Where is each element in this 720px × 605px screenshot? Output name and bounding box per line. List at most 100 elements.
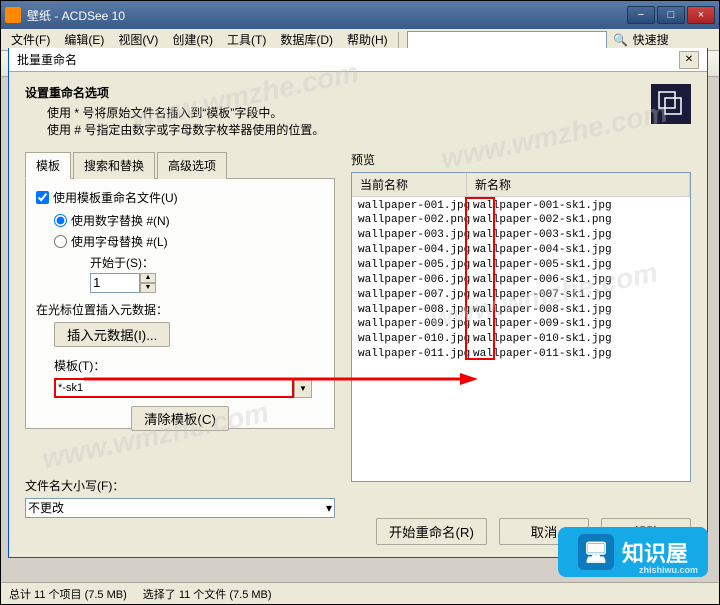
window-controls: − □ × xyxy=(627,6,715,24)
logo-badge: 🖥 知识屋 zhishiwu.com xyxy=(558,527,708,577)
quick-search-label: 快速搜 xyxy=(633,31,669,48)
preview-body: wallpaper-001.jpgwallpaper-001-sk1.jpgwa… xyxy=(352,197,690,364)
minimize-button[interactable]: − xyxy=(627,6,655,24)
cell-current: wallpaper-011.jpg xyxy=(356,347,471,362)
preview-header: 当前名称 新名称 xyxy=(352,173,690,197)
search-input[interactable] xyxy=(407,31,607,49)
cell-current: wallpaper-002.png xyxy=(356,213,471,228)
case-value: 不更改 xyxy=(28,499,64,516)
use-template-label: 使用模板重命名文件(U) xyxy=(53,189,178,206)
preview-row[interactable]: wallpaper-002.pngwallpaper-002-sk1.png xyxy=(352,213,690,228)
cell-current: wallpaper-010.jpg xyxy=(356,332,471,347)
use-template-checkbox[interactable] xyxy=(36,191,49,204)
case-select[interactable]: 不更改 ▾ xyxy=(25,498,335,518)
header-desc-2: 使用 # 号指定由数字或字母数字枚举器使用的位置。 xyxy=(25,122,651,139)
start-rename-button[interactable]: 开始重命名(R) xyxy=(376,518,487,545)
dialog-titlebar: 批量重命名 ✕ xyxy=(9,48,707,72)
filename-case-section: 文件名大小写(F)： 不更改 ▾ xyxy=(25,477,335,518)
tab-search-replace[interactable]: 搜索和替换 xyxy=(73,152,155,179)
numeric-label: 使用数字替换 #(N) xyxy=(71,212,170,229)
alpha-radio[interactable] xyxy=(54,235,67,248)
header-title: 设置重命名选项 xyxy=(25,84,651,101)
status-total: 总计 11 个项目 (7.5 MB) xyxy=(9,586,127,602)
case-label: 文件名大小写(F)： xyxy=(25,477,335,494)
template-dropdown-icon[interactable]: ▼ xyxy=(294,378,312,398)
start-at-input[interactable] xyxy=(90,273,140,293)
dialog-title: 批量重命名 xyxy=(17,51,679,68)
preview-box: 当前名称 新名称 wallpaper-001.jpgwallpaper-001-… xyxy=(351,172,691,482)
preview-row[interactable]: wallpaper-001.jpgwallpaper-001-sk1.jpg xyxy=(352,199,690,214)
cell-current: wallpaper-007.jpg xyxy=(356,288,471,303)
cell-current: wallpaper-003.jpg xyxy=(356,228,471,243)
col-current-header[interactable]: 当前名称 xyxy=(352,173,467,196)
preview-row[interactable]: wallpaper-009.jpgwallpaper-009-sk1.jpg xyxy=(352,317,690,332)
preview-row[interactable]: wallpaper-010.jpgwallpaper-010-sk1.jpg xyxy=(352,332,690,347)
preview-row[interactable]: wallpaper-011.jpgwallpaper-011-sk1.jpg xyxy=(352,347,690,362)
preview-row[interactable]: wallpaper-007.jpgwallpaper-007-sk1.jpg xyxy=(352,288,690,303)
spinner-down[interactable]: ▼ xyxy=(140,283,156,293)
spinner-up[interactable]: ▲ xyxy=(140,273,156,283)
cell-current: wallpaper-004.jpg xyxy=(356,243,471,258)
header-icon xyxy=(651,84,691,124)
cell-new: wallpaper-006-sk1.jpg xyxy=(471,273,686,288)
numeric-radio[interactable] xyxy=(54,214,67,227)
col-new-header[interactable]: 新名称 xyxy=(467,173,690,196)
cell-new: wallpaper-003-sk1.jpg xyxy=(471,228,686,243)
content-area: 模板 搜索和替换 高级选项 使用模板重命名文件(U) 使用数字替换 #(N) xyxy=(9,151,707,503)
preview-row[interactable]: wallpaper-005.jpgwallpaper-005-sk1.jpg xyxy=(352,258,690,273)
template-input[interactable] xyxy=(54,378,294,398)
cell-new: wallpaper-004-sk1.jpg xyxy=(471,243,686,258)
preview-row[interactable]: wallpaper-008.jpgwallpaper-008-sk1.jpg xyxy=(352,303,690,318)
preview-row[interactable]: wallpaper-006.jpgwallpaper-006-sk1.jpg xyxy=(352,273,690,288)
tab-advanced[interactable]: 高级选项 xyxy=(157,152,227,179)
preview-row[interactable]: wallpaper-004.jpgwallpaper-004-sk1.jpg xyxy=(352,243,690,258)
left-panel: 模板 搜索和替换 高级选项 使用模板重命名文件(U) 使用数字替换 #(N) xyxy=(25,151,335,491)
menu-edit[interactable]: 编辑(E) xyxy=(58,29,110,50)
menu-tools[interactable]: 工具(T) xyxy=(221,29,272,50)
close-button[interactable]: × xyxy=(687,6,715,24)
alpha-label: 使用字母替换 #(L) xyxy=(71,233,168,250)
use-template-row: 使用模板重命名文件(U) xyxy=(36,189,324,206)
preview-label: 预览 xyxy=(351,151,691,168)
logo-sub: zhishiwu.com xyxy=(639,565,698,575)
window-title: 壁纸 - ACDSee 10 xyxy=(27,7,627,24)
cell-current: wallpaper-001.jpg xyxy=(356,199,471,214)
menu-divider xyxy=(398,32,399,48)
preview-row[interactable]: wallpaper-003.jpgwallpaper-003-sk1.jpg xyxy=(352,228,690,243)
status-selected: 选择了 11 个文件 (7.5 MB) xyxy=(143,586,272,602)
clear-template-button[interactable]: 清除模板(C) xyxy=(131,406,229,431)
menu-file[interactable]: 文件(F) xyxy=(5,29,56,50)
cell-current: wallpaper-006.jpg xyxy=(356,273,471,288)
menu-create[interactable]: 创建(R) xyxy=(166,29,219,50)
tabs: 模板 搜索和替换 高级选项 xyxy=(25,151,335,179)
cell-current: wallpaper-008.jpg xyxy=(356,303,471,318)
batch-rename-dialog: 批量重命名 ✕ 设置重命名选项 使用 * 号将原始文件名插入到“模板”字段中。 … xyxy=(8,48,708,558)
menu-help[interactable]: 帮助(H) xyxy=(341,29,394,50)
header-desc-1: 使用 * 号将原始文件名插入到“模板”字段中。 xyxy=(25,105,651,122)
menu-view[interactable]: 视图(V) xyxy=(112,29,164,50)
insert-metadata-button[interactable]: 插入元数据(I)... xyxy=(54,322,170,347)
template-label: 模板(T)： xyxy=(36,357,324,374)
cell-new: wallpaper-005-sk1.jpg xyxy=(471,258,686,273)
cell-new: wallpaper-010-sk1.jpg xyxy=(471,332,686,347)
app-icon xyxy=(5,7,21,23)
preview-panel: 预览 当前名称 新名称 wallpaper-001.jpgwallpaper-0… xyxy=(351,151,691,491)
maximize-button[interactable]: □ xyxy=(657,6,685,24)
dialog-close-button[interactable]: ✕ xyxy=(679,51,699,69)
cell-new: wallpaper-009-sk1.jpg xyxy=(471,317,686,332)
start-at-label: 开始于(S)： xyxy=(90,254,324,271)
search-icon[interactable]: 🔍 xyxy=(613,32,629,48)
tab-template[interactable]: 模板 xyxy=(25,152,71,179)
menu-database[interactable]: 数据库(D) xyxy=(274,29,339,50)
cell-current: wallpaper-005.jpg xyxy=(356,258,471,273)
tab-content: 使用模板重命名文件(U) 使用数字替换 #(N) 使用字母替换 #(L) 开始于… xyxy=(25,179,335,429)
cell-new: wallpaper-011-sk1.jpg xyxy=(471,347,686,362)
main-titlebar: 壁纸 - ACDSee 10 − □ × xyxy=(1,1,719,29)
cell-current: wallpaper-009.jpg xyxy=(356,317,471,332)
statusbar: 总计 11 个项目 (7.5 MB) 选择了 11 个文件 (7.5 MB) xyxy=(1,582,719,604)
cell-new: wallpaper-001-sk1.jpg xyxy=(471,199,686,214)
logo-text: 知识屋 xyxy=(622,536,688,568)
cursor-insert-label: 在光标位置插入元数据： xyxy=(36,301,324,318)
cell-new: wallpaper-008-sk1.jpg xyxy=(471,303,686,318)
cell-new: wallpaper-002-sk1.png xyxy=(471,213,686,228)
